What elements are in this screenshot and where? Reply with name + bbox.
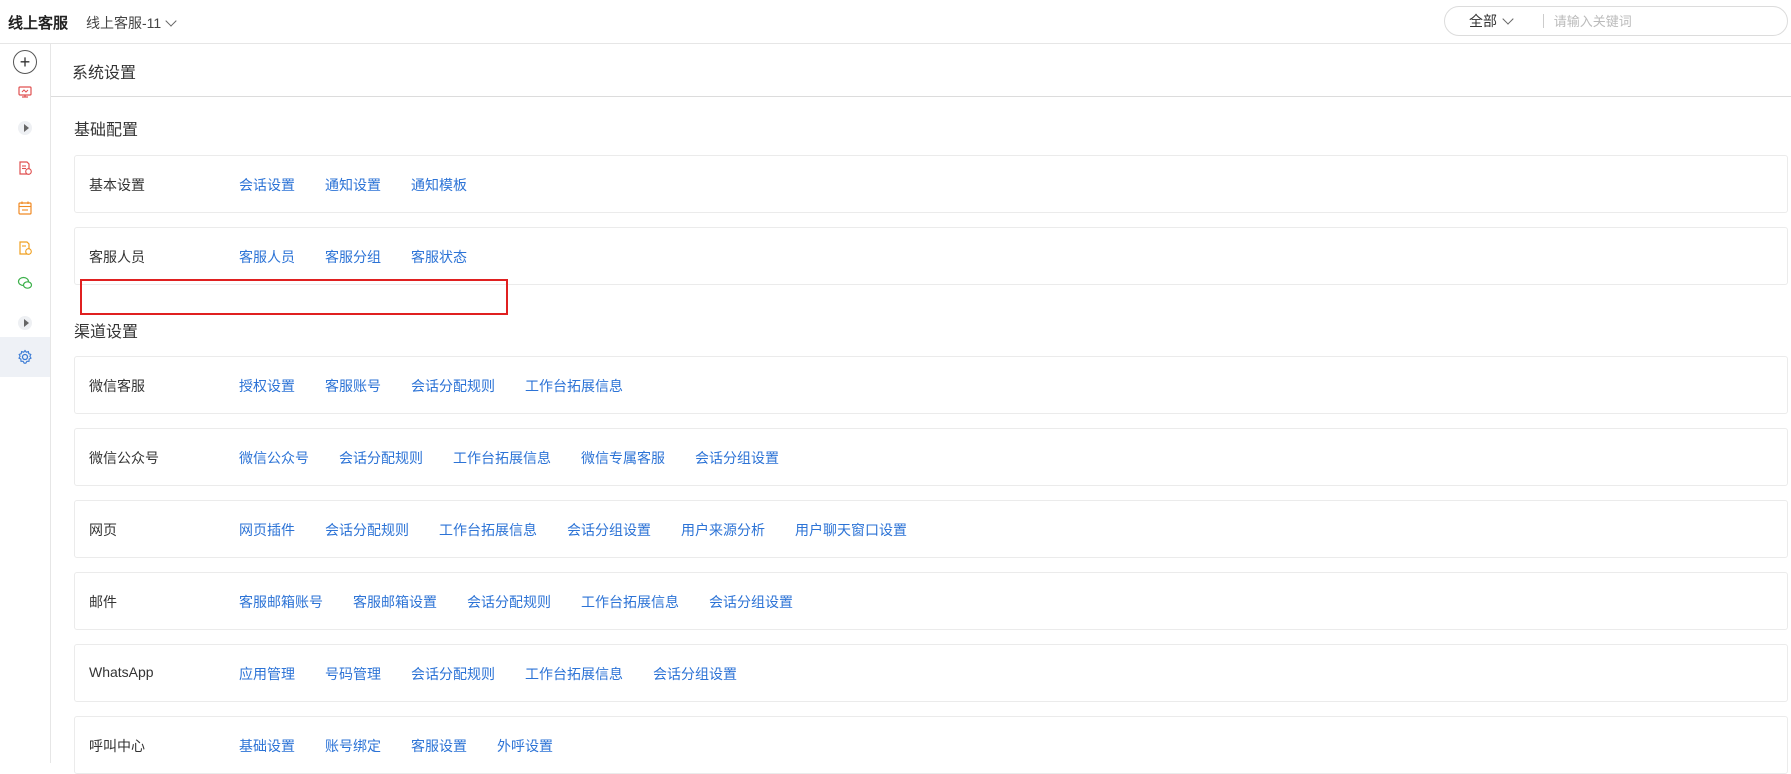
settings-row-wechat-mp: 微信公众号 微信公众号 会话分配规则 工作台拓展信息 微信专属客服 会话分组设置 — [74, 428, 1788, 486]
row-links: 应用管理 号码管理 会话分配规则 工作台拓展信息 会话分组设置 — [239, 664, 737, 684]
link-dedicated-cs[interactable]: 微信专属客服 — [581, 448, 665, 468]
top-bar: 线上客服 线上客服-11 全部 — [0, 0, 1791, 44]
link-agent-status[interactable]: 客服状态 — [411, 247, 467, 267]
settings-row-call-center: 呼叫中心 基础设置 账号绑定 客服设置 外呼设置 — [74, 716, 1788, 774]
calendar-icon — [18, 201, 32, 215]
plus-circle-icon: + — [13, 50, 37, 74]
link-email-settings[interactable]: 客服邮箱设置 — [353, 592, 437, 612]
sidebar: + — [0, 44, 51, 763]
gear-icon — [18, 349, 32, 364]
search-box: 全部 — [1444, 6, 1788, 36]
account-selector[interactable]: 线上客服-11 — [86, 13, 177, 33]
link-basic-settings[interactable]: 基础设置 — [239, 736, 295, 756]
row-links: 客服人员 客服分组 客服状态 — [239, 247, 467, 267]
row-label: 微信客服 — [89, 378, 145, 394]
link-session-settings[interactable]: 会话设置 — [239, 175, 295, 195]
link-app-management[interactable]: 应用管理 — [239, 664, 295, 684]
row-label: 基本设置 — [89, 177, 145, 193]
monitor-icon — [18, 86, 32, 98]
row-links: 会话设置 通知设置 通知模板 — [239, 175, 467, 195]
section-title-basic: 基础配置 — [74, 122, 139, 139]
account-name: 线上客服-11 — [86, 15, 162, 31]
row-label: 网页 — [89, 522, 117, 538]
row-links: 授权设置 客服账号 会话分配规则 工作台拓展信息 — [239, 376, 623, 396]
app-title: 线上客服 — [8, 15, 69, 32]
search-scope-label: 全部 — [1469, 13, 1497, 29]
link-assignment-rules[interactable]: 会话分配规则 — [411, 664, 495, 684]
link-chat-window-settings[interactable]: 用户聊天窗口设置 — [795, 520, 907, 540]
search-scope-dropdown[interactable]: 全部 — [1445, 11, 1529, 31]
link-workbench-extension[interactable]: 工作台拓展信息 — [453, 448, 551, 468]
link-workbench-extension[interactable]: 工作台拓展信息 — [581, 592, 679, 612]
expand-arrow-icon — [18, 121, 32, 135]
section-title-channels: 渠道设置 — [74, 324, 139, 341]
link-outbound-settings[interactable]: 外呼设置 — [497, 736, 553, 756]
link-agent-settings[interactable]: 客服设置 — [411, 736, 467, 756]
link-agent-groups[interactable]: 客服分组 — [325, 247, 381, 267]
link-number-management[interactable]: 号码管理 — [325, 664, 381, 684]
sidebar-item-wechat[interactable] — [0, 265, 50, 301]
link-source-analysis[interactable]: 用户来源分析 — [681, 520, 765, 540]
chevron-down-icon — [1502, 13, 1514, 25]
link-authorization[interactable]: 授权设置 — [239, 376, 295, 396]
main-content: 系统设置 基础配置 基本设置 会话设置 通知设置 通知模板 客服人员 客服人员 … — [51, 44, 1791, 774]
row-links: 网页插件 会话分配规则 工作台拓展信息 会话分组设置 用户来源分析 用户聊天窗口… — [239, 520, 907, 540]
sidebar-expand-toggle-2[interactable] — [0, 305, 50, 341]
search-input[interactable] — [1551, 12, 1787, 30]
sidebar-expand-toggle[interactable] — [0, 110, 50, 146]
sidebar-item-records[interactable] — [0, 150, 50, 186]
link-wechat-mp[interactable]: 微信公众号 — [239, 448, 309, 468]
row-links: 基础设置 账号绑定 客服设置 外呼设置 — [239, 736, 553, 756]
link-session-groups[interactable]: 会话分组设置 — [695, 448, 779, 468]
page-header: 系统设置 — [51, 44, 1791, 97]
row-links: 客服邮箱账号 客服邮箱设置 会话分配规则 工作台拓展信息 会话分组设置 — [239, 592, 793, 612]
settings-row-email: 邮件 客服邮箱账号 客服邮箱设置 会话分配规则 工作台拓展信息 会话分组设置 — [74, 572, 1788, 630]
settings-row-web: 网页 网页插件 会话分配规则 工作台拓展信息 会话分组设置 用户来源分析 用户聊… — [74, 500, 1788, 558]
row-label: 呼叫中心 — [89, 738, 145, 754]
link-workbench-extension[interactable]: 工作台拓展信息 — [525, 664, 623, 684]
document-settings-icon — [19, 241, 32, 255]
link-assignment-rules[interactable]: 会话分配规则 — [411, 376, 495, 396]
sidebar-item-monitor[interactable] — [0, 74, 50, 110]
link-notification-templates[interactable]: 通知模板 — [411, 175, 467, 195]
expand-arrow-icon — [18, 316, 32, 330]
wechat-icon — [17, 276, 33, 289]
link-notification-settings[interactable]: 通知设置 — [325, 175, 381, 195]
link-cs-accounts[interactable]: 客服账号 — [325, 376, 381, 396]
link-assignment-rules[interactable]: 会话分配规则 — [325, 520, 409, 540]
link-email-accounts[interactable]: 客服邮箱账号 — [239, 592, 323, 612]
link-session-groups[interactable]: 会话分组设置 — [653, 664, 737, 684]
document-alert-icon — [19, 161, 32, 175]
settings-row-basic: 基本设置 会话设置 通知设置 通知模板 — [74, 155, 1788, 213]
row-label: 邮件 — [89, 594, 117, 610]
row-label: 客服人员 — [89, 249, 145, 265]
settings-row-agents: 客服人员 客服人员 客服分组 客服状态 — [74, 227, 1788, 285]
link-workbench-extension[interactable]: 工作台拓展信息 — [439, 520, 537, 540]
search-divider — [1542, 14, 1544, 28]
settings-row-whatsapp: WhatsApp 应用管理 号码管理 会话分配规则 工作台拓展信息 会话分组设置 — [74, 644, 1788, 702]
link-assignment-rules[interactable]: 会话分配规则 — [339, 448, 423, 468]
link-assignment-rules[interactable]: 会话分配规则 — [467, 592, 551, 612]
link-account-binding[interactable]: 账号绑定 — [325, 736, 381, 756]
sidebar-item-calendar[interactable] — [0, 190, 50, 226]
link-agents[interactable]: 客服人员 — [239, 247, 295, 267]
chevron-down-icon — [165, 15, 177, 27]
link-web-plugin[interactable]: 网页插件 — [239, 520, 295, 540]
row-label: 微信公众号 — [89, 450, 159, 466]
page-title: 系统设置 — [72, 65, 137, 82]
link-workbench-extension[interactable]: 工作台拓展信息 — [525, 376, 623, 396]
row-links: 微信公众号 会话分配规则 工作台拓展信息 微信专属客服 会话分组设置 — [239, 448, 779, 468]
link-session-groups[interactable]: 会话分组设置 — [709, 592, 793, 612]
link-session-groups[interactable]: 会话分组设置 — [567, 520, 651, 540]
row-label: WhatsApp — [89, 664, 154, 680]
settings-row-wecom-cs: 微信客服 授权设置 客服账号 会话分配规则 工作台拓展信息 — [74, 356, 1788, 414]
sidebar-item-tickets[interactable] — [0, 230, 50, 266]
sidebar-item-settings[interactable] — [0, 337, 50, 377]
